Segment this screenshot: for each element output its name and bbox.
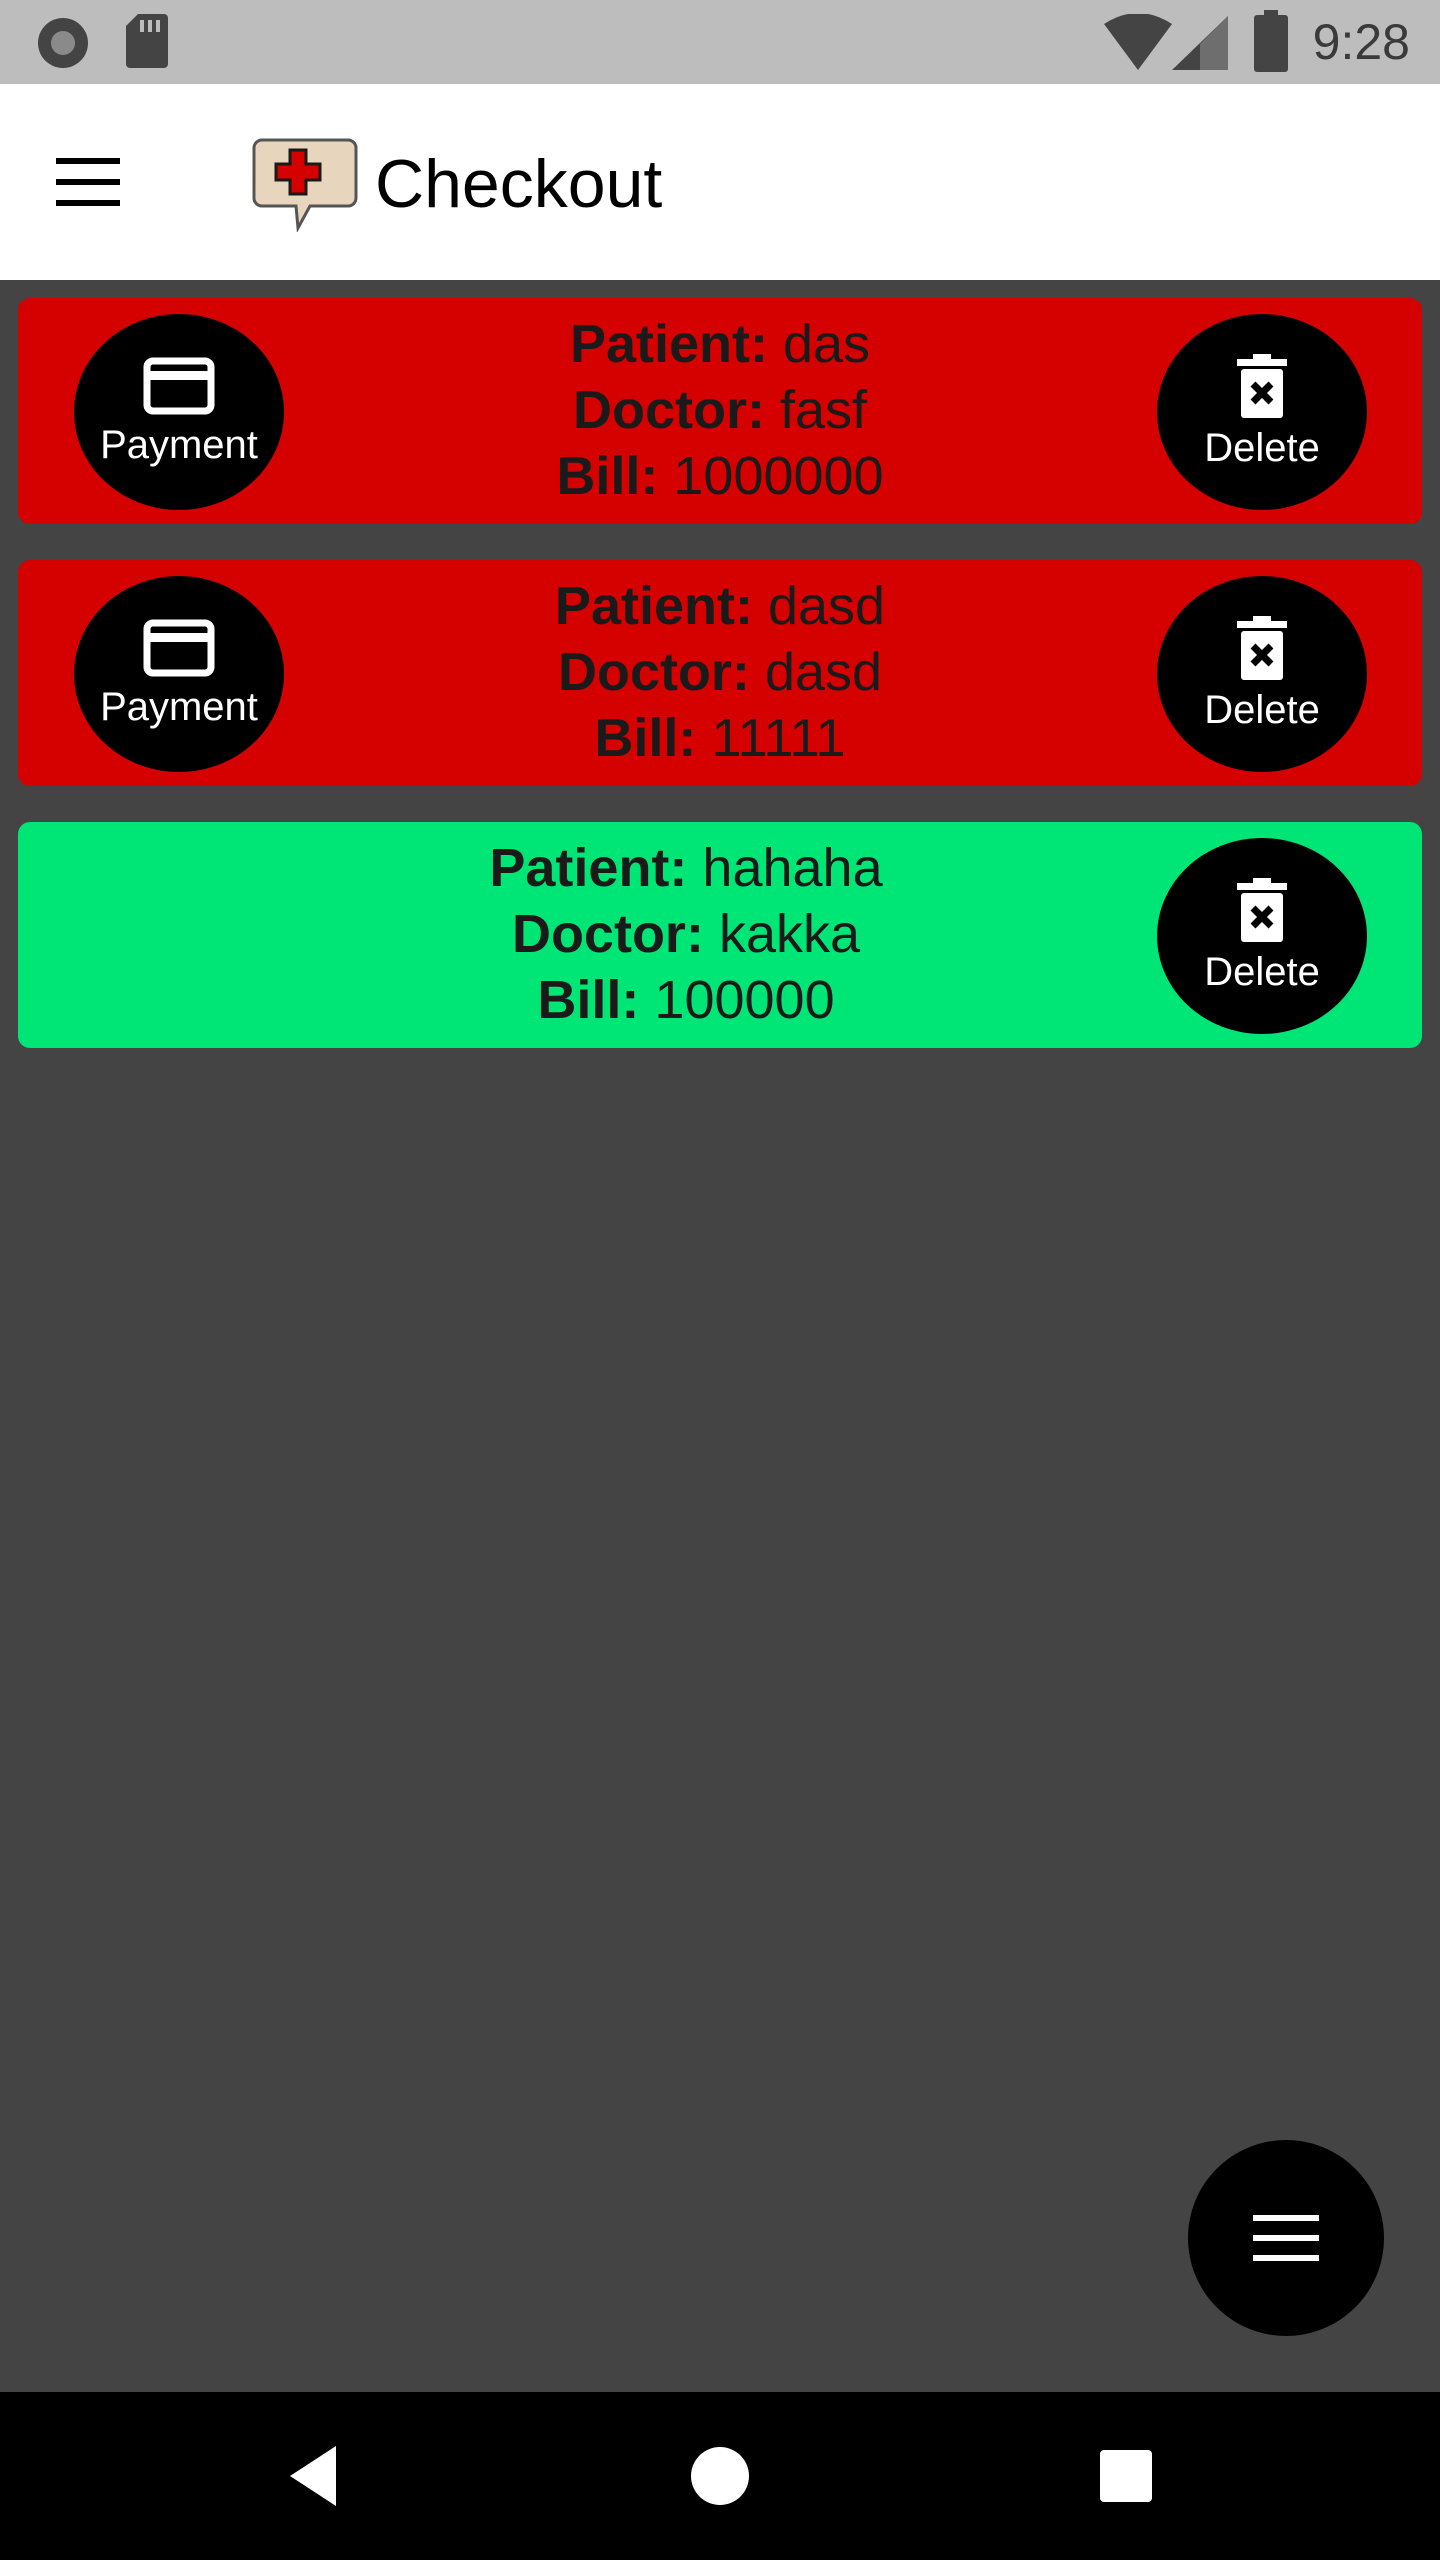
doctor-row: Doctor: kakka <box>512 901 860 967</box>
payment-button[interactable]: Payment <box>74 314 284 510</box>
doctor-row: Doctor: dasd <box>558 639 882 705</box>
patient-name: das <box>782 314 871 374</box>
recents-icon[interactable] <box>1086 2436 1166 2516</box>
bill-amount: 100000 <box>654 970 835 1030</box>
bill-amount: 1000000 <box>673 446 884 506</box>
doctor-label: Doctor: <box>557 642 750 702</box>
doctor-name: fasf <box>779 380 868 440</box>
bill-row: Bill: 11111 <box>594 705 845 771</box>
delete-button[interactable]: Delete <box>1157 314 1367 510</box>
signal-icon <box>1172 16 1228 70</box>
doctor-label: Doctor: <box>572 380 765 440</box>
delete-button[interactable]: Delete <box>1157 838 1367 1034</box>
bill-label: Bill: <box>537 970 640 1030</box>
payment-label: Payment <box>100 422 258 467</box>
patient-label: Patient: <box>554 576 753 636</box>
patient-row: Patient: das <box>570 311 870 377</box>
doctor-row: Doctor: fasf <box>573 377 867 443</box>
doctor-name: dasd <box>764 642 883 702</box>
checkout-card: Payment Patient: dasd Doctor: dasd Bill:… <box>18 560 1422 786</box>
patient-row: Patient: dasd <box>555 573 885 639</box>
hamburger-menu-icon[interactable] <box>48 142 128 222</box>
patient-name: hahaha <box>702 838 883 898</box>
delete-label: Delete <box>1204 949 1320 994</box>
checkout-card: Payment Patient: das Doctor: fasf Bill: … <box>18 298 1422 524</box>
battery-icon <box>1254 10 1288 72</box>
trash-x-icon <box>1237 353 1287 418</box>
menu-lines-icon <box>1253 2215 1319 2261</box>
status-bar: 9:28 <box>0 0 1440 84</box>
page-title: Checkout <box>375 146 663 222</box>
checkout-info: Patient: das Doctor: fasf Bill: 1000000 <box>308 310 1132 510</box>
sd-card-icon <box>126 14 168 68</box>
payment-button[interactable]: Payment <box>74 576 284 772</box>
patient-name: dasd <box>767 576 886 636</box>
medical-chat-logo <box>252 138 358 232</box>
bill-amount: 11111 <box>711 708 846 768</box>
delete-button[interactable]: Delete <box>1157 576 1367 772</box>
credit-card-icon <box>143 357 215 414</box>
patient-label: Patient: <box>489 838 688 898</box>
home-icon[interactable] <box>680 2436 760 2516</box>
trash-x-icon <box>1237 877 1287 942</box>
trash-x-icon <box>1237 615 1287 680</box>
bill-label: Bill: <box>594 708 697 768</box>
patient-row: Patient: hahaha <box>489 835 882 901</box>
delete-label: Delete <box>1204 425 1320 470</box>
doctor-label: Doctor: <box>511 904 704 964</box>
doctor-name: kakka <box>718 904 861 964</box>
app-bar: Checkout <box>0 84 1440 280</box>
back-icon[interactable] <box>276 2436 356 2516</box>
system-nav-bar <box>0 2392 1440 2560</box>
payment-label: Payment <box>100 684 258 729</box>
wifi-icon <box>1104 14 1172 70</box>
delete-label: Delete <box>1204 687 1320 732</box>
checkout-card: Patient: hahaha Doctor: kakka Bill: 1000… <box>18 822 1422 1048</box>
credit-card-icon <box>143 619 215 676</box>
bill-label: Bill: <box>556 446 659 506</box>
checkout-info: Patient: dasd Doctor: dasd Bill: 11111 <box>308 572 1132 772</box>
bill-row: Bill: 100000 <box>537 967 834 1033</box>
fab-menu-button[interactable] <box>1188 2140 1384 2336</box>
status-time: 9:28 <box>1312 14 1410 70</box>
record-icon <box>38 18 88 68</box>
patient-label: Patient: <box>569 314 768 374</box>
bill-row: Bill: 1000000 <box>556 443 883 509</box>
